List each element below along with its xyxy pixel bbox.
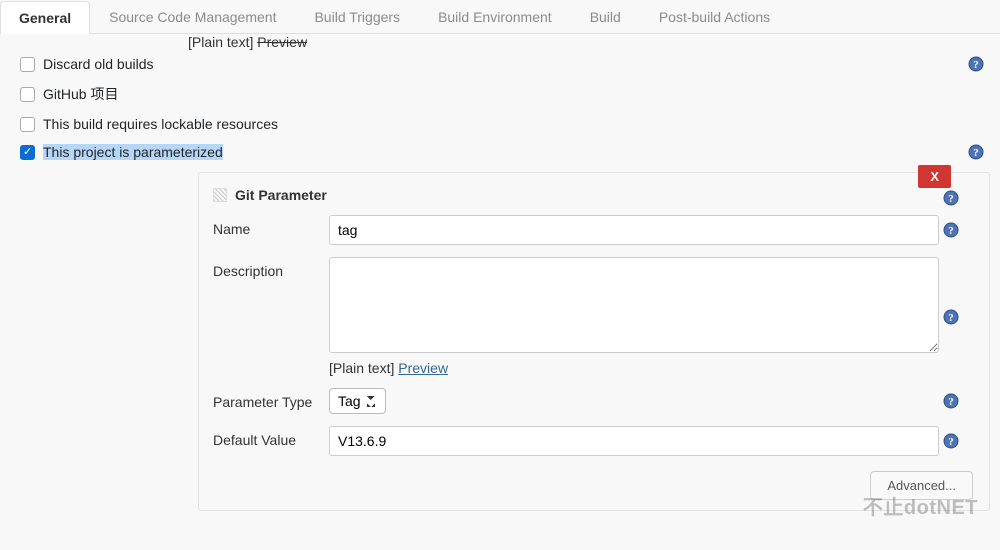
previous-preview-row: [Plain text] Preview: [188, 34, 1000, 50]
plain-text-label: [Plain text]: [329, 360, 394, 376]
default-value-label: Default Value: [213, 426, 329, 448]
discard-checkbox[interactable]: [20, 57, 35, 72]
parameterized-checkbox[interactable]: [20, 145, 35, 160]
svg-text:?: ?: [948, 225, 954, 237]
lockable-label[interactable]: This build requires lockable resources: [43, 116, 278, 132]
help-icon[interactable]: ?: [943, 433, 959, 449]
description-label: Description: [213, 257, 329, 279]
preview-link[interactable]: Preview: [398, 360, 448, 376]
github-label[interactable]: GitHub 项目: [43, 84, 118, 104]
name-input[interactable]: [329, 215, 939, 245]
advanced-button[interactable]: Advanced...: [870, 471, 973, 500]
option-lockable-resources: This build requires lockable resources: [0, 110, 1000, 138]
name-label: Name: [213, 215, 329, 237]
row-description: Description [Plain text] Preview ?: [213, 257, 975, 376]
row-parameter-type: Parameter Type Tag ?: [213, 388, 975, 414]
help-icon[interactable]: ?: [968, 56, 984, 72]
tab-triggers[interactable]: Build Triggers: [295, 0, 419, 33]
help-icon[interactable]: ?: [943, 190, 959, 206]
parameter-type-select[interactable]: Tag: [329, 388, 386, 414]
tab-scm[interactable]: Source Code Management: [90, 0, 295, 33]
lockable-checkbox[interactable]: [20, 117, 35, 132]
svg-text:?: ?: [948, 436, 954, 448]
svg-text:?: ?: [948, 193, 954, 205]
github-checkbox[interactable]: [20, 87, 35, 102]
help-icon[interactable]: ?: [968, 144, 984, 160]
help-icon[interactable]: ?: [943, 309, 959, 325]
svg-text:?: ?: [973, 147, 979, 159]
parameter-type-label: Parameter Type: [213, 388, 329, 410]
general-content: [Plain text] Preview Discard old builds …: [0, 34, 1000, 511]
help-icon[interactable]: ?: [943, 393, 959, 409]
tab-environment[interactable]: Build Environment: [419, 0, 571, 33]
default-value-input[interactable]: [329, 426, 939, 456]
preview-link-strike[interactable]: Preview: [257, 34, 307, 50]
config-tabs: General Source Code Management Build Tri…: [0, 0, 1000, 34]
row-default-value: Default Value ?: [213, 426, 975, 456]
option-parameterized: This project is parameterized ?: [0, 138, 1000, 166]
tab-build[interactable]: Build: [571, 0, 640, 33]
svg-text:?: ?: [948, 312, 954, 324]
svg-text:?: ?: [973, 59, 979, 71]
panel-title: Git Parameter: [235, 187, 327, 203]
plain-text-label: [Plain text]: [188, 34, 253, 50]
tab-postbuild[interactable]: Post-build Actions: [640, 0, 789, 33]
option-discard-old-builds: Discard old builds ?: [0, 50, 1000, 78]
panel-header: Git Parameter ?: [213, 181, 975, 215]
option-github-project: GitHub 项目: [0, 78, 1000, 110]
drag-handle-icon[interactable]: [213, 188, 227, 202]
parameterized-label[interactable]: This project is parameterized: [43, 144, 223, 160]
row-name: Name ?: [213, 215, 975, 245]
svg-text:?: ?: [948, 396, 954, 408]
tab-general[interactable]: General: [0, 1, 90, 34]
git-parameter-panel: X Git Parameter ? Name ? Description [Pl…: [198, 172, 990, 511]
description-textarea[interactable]: [329, 257, 939, 353]
discard-label[interactable]: Discard old builds: [43, 56, 154, 72]
help-icon[interactable]: ?: [943, 222, 959, 238]
